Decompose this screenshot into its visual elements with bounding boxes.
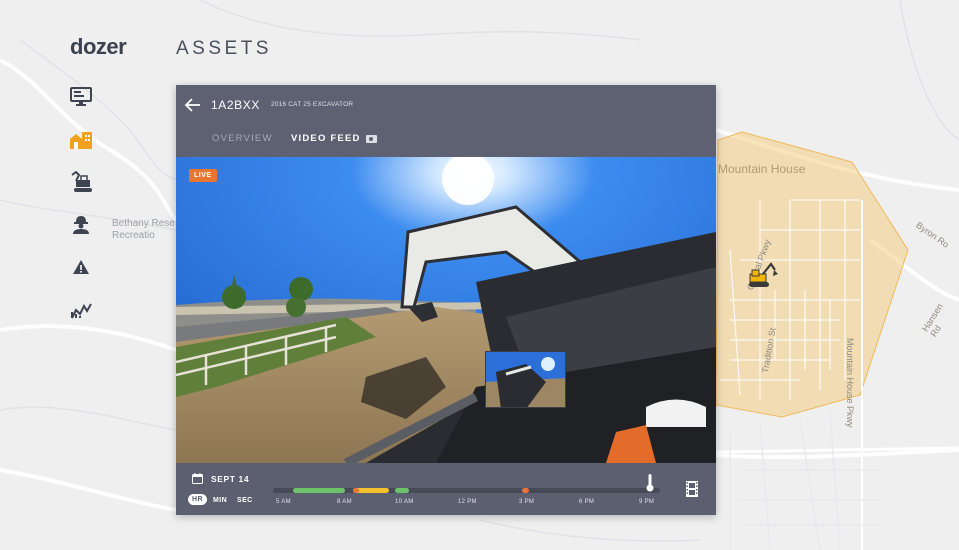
analytics-icon [71, 303, 92, 318]
map-label-mountain-house: Mountain House [718, 162, 806, 176]
warning-icon [73, 260, 89, 274]
map-label-mountain-house-pkwy: Mountain House Pkwy [845, 338, 855, 428]
video-frame [176, 157, 716, 463]
tick-label: 10 AM [395, 499, 414, 505]
tab-overview[interactable]: OVERVIEW [212, 133, 273, 144]
segment-alert-1[interactable] [353, 488, 359, 493]
tick-label: 9 PM [639, 499, 655, 505]
tick-label: 6 PM [579, 499, 595, 505]
tick-label: 12 PM [458, 499, 477, 505]
playhead-marker-icon[interactable] [646, 474, 654, 492]
live-badge: LIVE [189, 169, 217, 182]
camera-icon [365, 134, 377, 143]
nav-item-equipment[interactable] [68, 169, 94, 195]
sidebar-nav [68, 84, 94, 339]
segment-alert-2[interactable] [522, 488, 529, 493]
pip-frame [486, 352, 565, 407]
tick-label: 8 AM [337, 499, 352, 505]
excavator-icon [71, 171, 92, 192]
timeline-track[interactable] [273, 488, 660, 493]
unit-hr-toggle[interactable]: HR [188, 494, 207, 505]
film-strip-icon[interactable] [684, 481, 700, 497]
tick-label: 3 PM [519, 499, 535, 505]
timeline-bar: SEPT 14 HR MIN SEC 5 AM 8 AM 10 AM 12 PM… [176, 463, 716, 515]
monitor-icon [70, 87, 92, 106]
nav-item-monitor[interactable] [68, 84, 94, 110]
pip-thumbnail[interactable] [485, 351, 566, 408]
unit-sec-toggle[interactable]: SEC [237, 497, 253, 504]
date-label[interactable]: SEPT 14 [211, 474, 249, 484]
excavator-marker-icon[interactable] [745, 260, 779, 290]
video-feed[interactable]: LIVE [176, 157, 716, 463]
asset-description: 2016 CAT 25 EXCAVATOR [271, 101, 354, 108]
panel-header: 1A2BXX 2016 CAT 25 EXCAVATOR OVERVIEW VI… [176, 85, 716, 157]
asset-panel: 1A2BXX 2016 CAT 25 EXCAVATOR OVERVIEW VI… [176, 85, 716, 515]
nav-item-analytics[interactable] [68, 297, 94, 323]
unit-min-toggle[interactable]: MIN [213, 497, 227, 504]
back-arrow-icon[interactable] [184, 96, 202, 114]
calendar-icon[interactable] [192, 473, 203, 484]
nav-item-alerts[interactable] [68, 254, 94, 280]
segment-active-1[interactable] [293, 488, 345, 493]
tab-video-feed[interactable]: VIDEO FEED [291, 133, 377, 144]
page-title: ASSETS [176, 38, 272, 59]
tab-video-feed-label: VIDEO FEED [291, 133, 361, 144]
nav-item-buildings[interactable] [68, 127, 94, 153]
worker-icon [73, 215, 89, 234]
asset-id: 1A2BXX [211, 98, 260, 112]
map-label-bethany-1: Bethany Rese [112, 218, 175, 229]
nav-item-workers[interactable] [68, 212, 94, 238]
tick-label: 5 AM [276, 499, 291, 505]
segment-active-2[interactable] [395, 488, 409, 493]
map-label-bethany-2: Recreatio [112, 230, 155, 241]
buildings-icon [70, 131, 92, 149]
brand-logo[interactable]: dozer [70, 34, 127, 60]
